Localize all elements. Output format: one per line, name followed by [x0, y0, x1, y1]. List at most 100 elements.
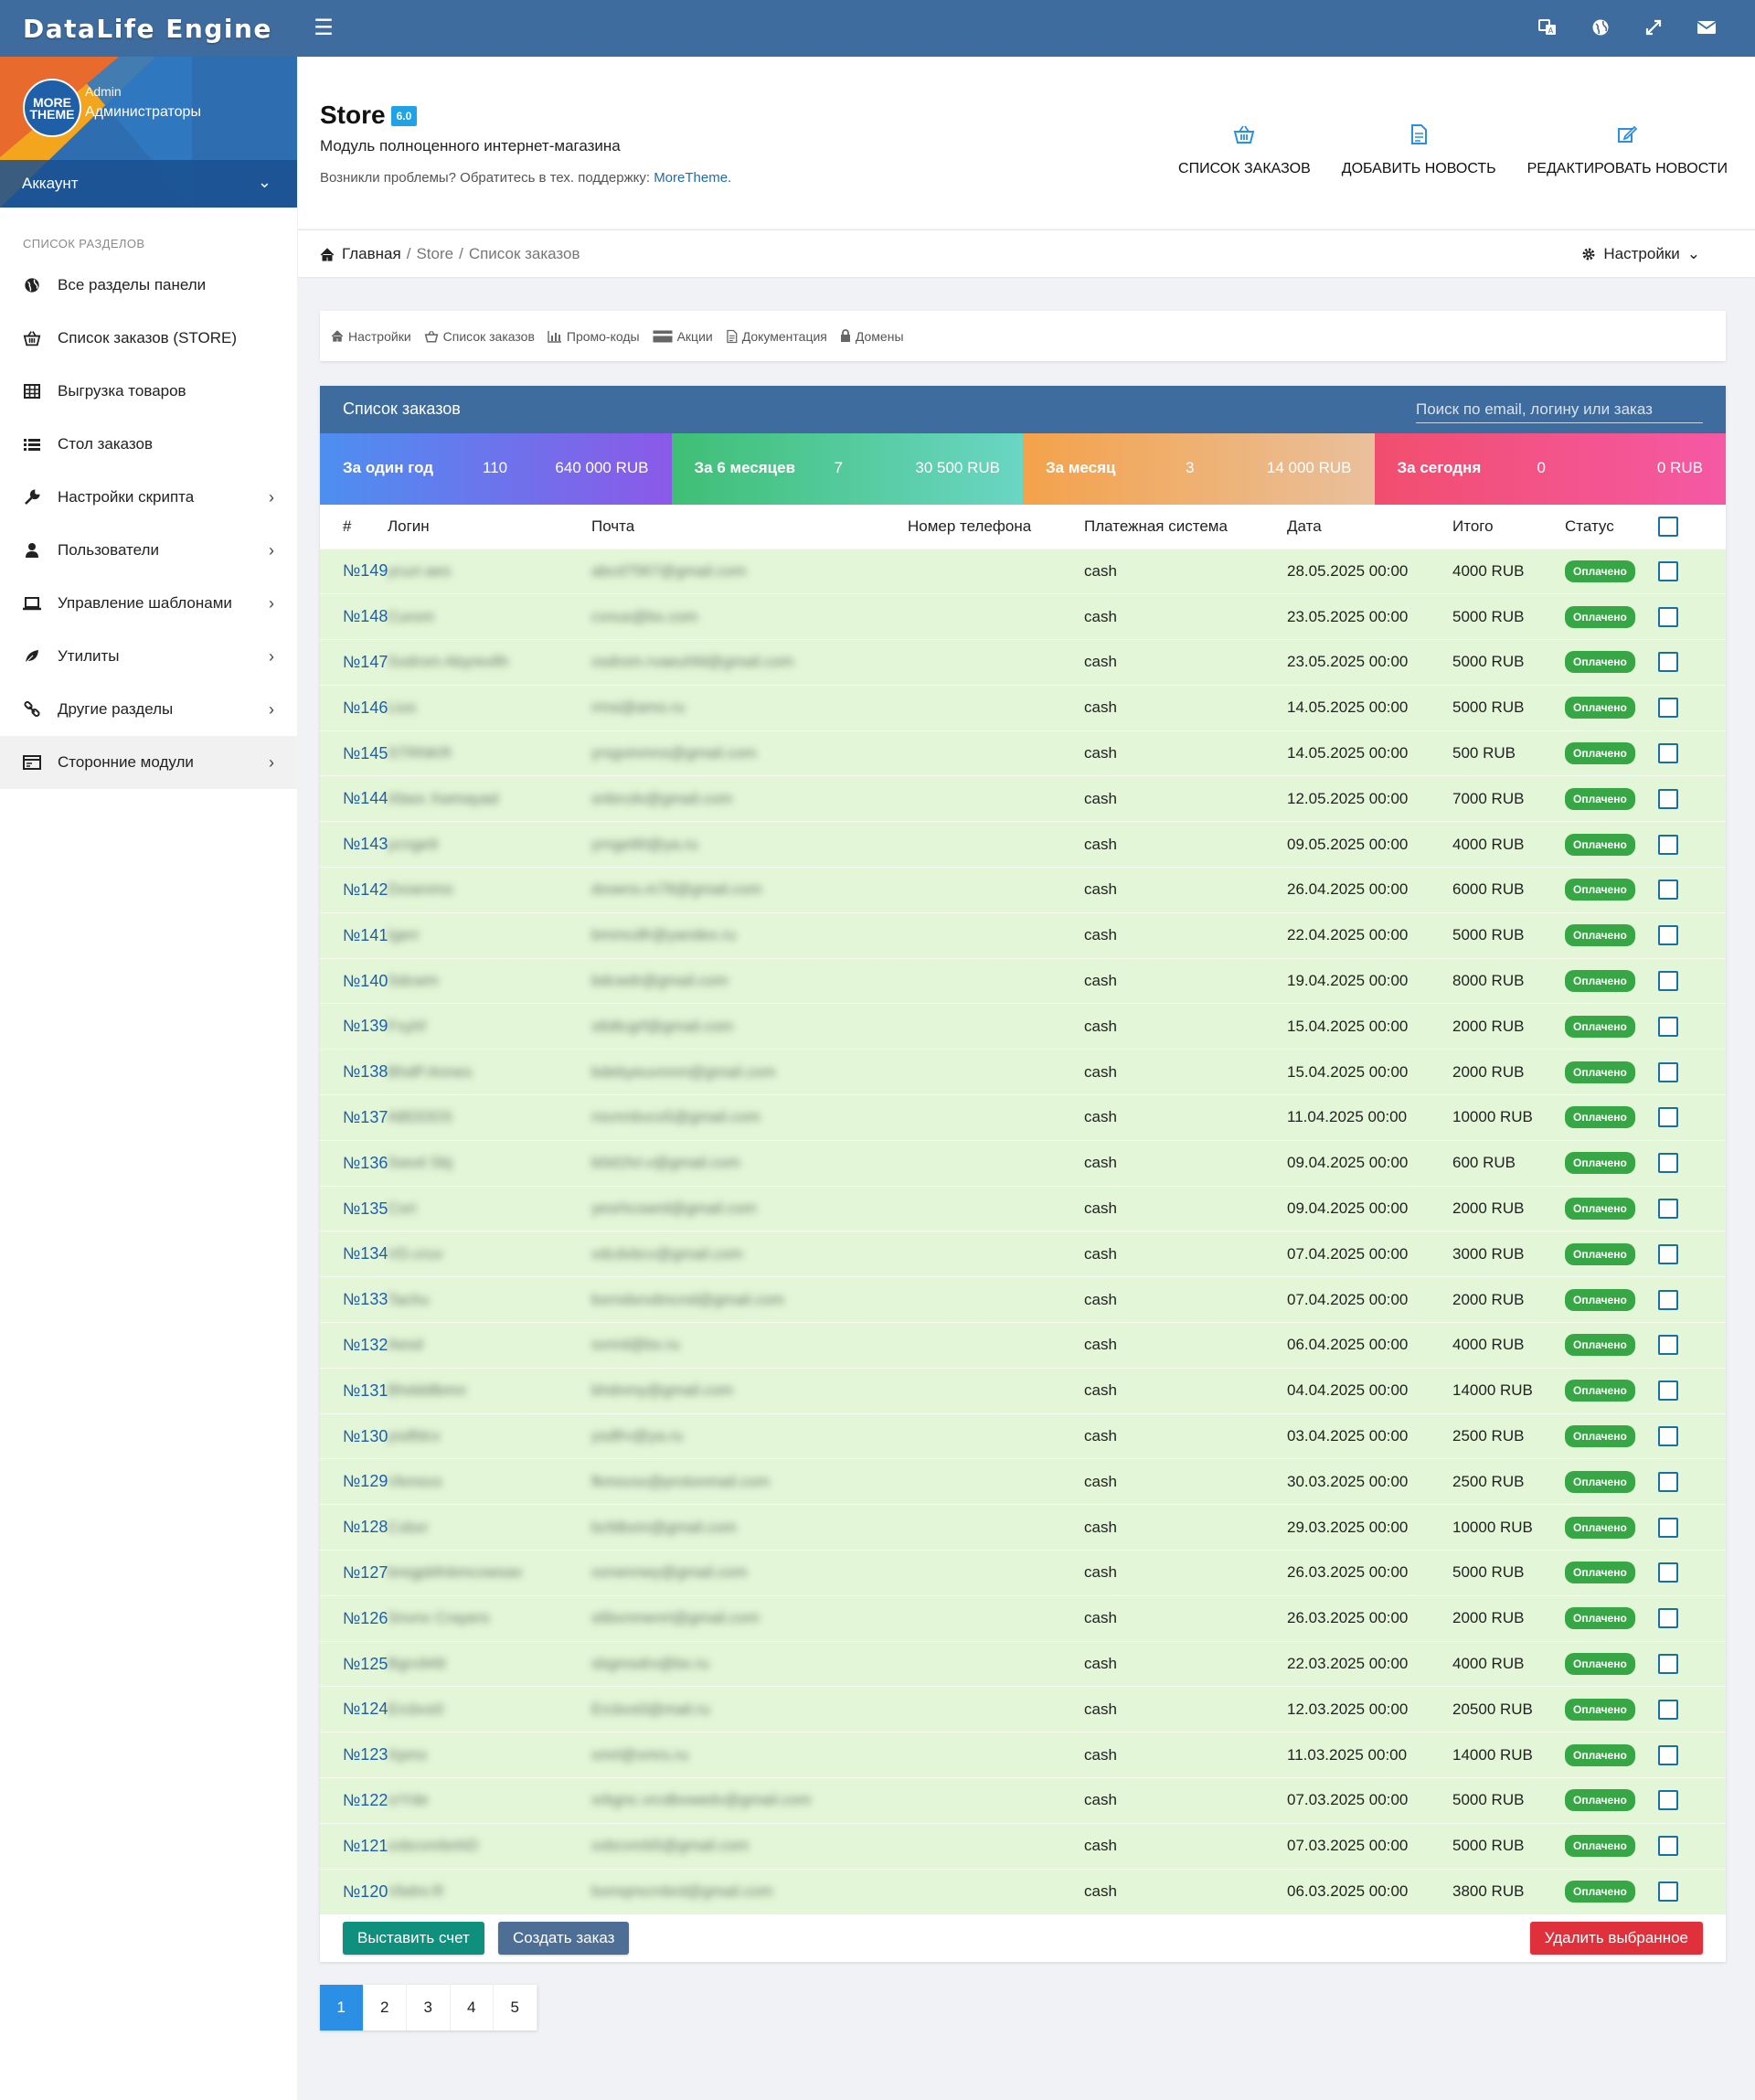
- table-row[interactable]: №149 ycurr.aes abcd7567@gmail.com cash 28.05…: [320, 548, 1726, 594]
- row-checkbox[interactable]: [1658, 1471, 1678, 1492]
- table-row[interactable]: №137 ABDDDS nsvnnbvcs5@gmail.com cash 11.04.…: [320, 1094, 1726, 1141]
- table-row[interactable]: №148 Curom cvnus@bx.com cash 23.05.2025 00:0…: [320, 593, 1726, 640]
- order-number-link[interactable]: №136: [343, 1154, 388, 1172]
- order-number-link[interactable]: №125: [343, 1655, 388, 1673]
- add-news-action[interactable]: ДОБАВИТЬ НОВОСТЬ: [1342, 121, 1496, 177]
- table-row[interactable]: №120 Vbdnr.R bxmqmcrnbrd@gmail.com cash 06.0…: [320, 1868, 1726, 1914]
- order-number-link[interactable]: №139: [343, 1017, 388, 1035]
- issue-invoice-button[interactable]: Выставить счет: [343, 1922, 484, 1955]
- search-input[interactable]: [1416, 396, 1703, 423]
- row-checkbox[interactable]: [1658, 652, 1678, 673]
- tab-promotions[interactable]: Акции: [653, 329, 713, 344]
- table-row[interactable]: №139 Fxyhf s6dtcgrf@gmail.com cash 15.04.202…: [320, 1003, 1726, 1050]
- order-number-link[interactable]: №147: [343, 653, 388, 671]
- order-number-link[interactable]: №134: [343, 1244, 388, 1263]
- order-number-link[interactable]: №129: [343, 1472, 388, 1490]
- order-number-link[interactable]: №143: [343, 835, 388, 853]
- row-checkbox[interactable]: [1658, 1654, 1678, 1675]
- row-checkbox[interactable]: [1658, 743, 1678, 764]
- brand-logo[interactable]: DataLife Engine: [0, 0, 297, 57]
- row-checkbox[interactable]: [1658, 1335, 1678, 1356]
- order-number-link[interactable]: №131: [343, 1381, 388, 1400]
- table-row[interactable]: №133 Tachu bxrndsrvdmcnd@gmail.com cash 07.0…: [320, 1276, 1726, 1323]
- table-row[interactable]: №143 ycnge9 yrnge90@ya.ru cash 09.05.2025 00…: [320, 821, 1726, 868]
- select-all-checkbox[interactable]: [1658, 516, 1678, 537]
- tab-documentation[interactable]: Документация: [726, 329, 827, 344]
- table-row[interactable]: №147 Sxdrom Abyrevllh xsdrom.rvaeuhfd@gmai…: [320, 639, 1726, 686]
- table-row[interactable]: №132 Aesd svnrd@bx.ru cash 06.04.2025 00:00 4…: [320, 1322, 1726, 1369]
- table-row[interactable]: №123 Xpmx xmrl@xmrs.ru cash 11.03.2025 00:00…: [320, 1732, 1726, 1778]
- settings-dropdown[interactable]: Настройки ⌄: [1581, 245, 1700, 263]
- tab-settings[interactable]: Настройки: [331, 329, 411, 344]
- order-number-link[interactable]: №123: [343, 1745, 388, 1764]
- tab-domains[interactable]: Домены: [840, 329, 904, 344]
- row-checkbox[interactable]: [1658, 834, 1678, 855]
- order-number-link[interactable]: №124: [343, 1700, 388, 1718]
- table-row[interactable]: №141 Igerr bmmcdfr@yandex.ru cash 22.04.2025…: [320, 911, 1726, 959]
- row-checkbox[interactable]: [1658, 1608, 1678, 1629]
- order-number-link[interactable]: №121: [343, 1837, 388, 1855]
- support-link[interactable]: MoreTheme.: [654, 170, 731, 186]
- row-checkbox[interactable]: [1658, 1289, 1678, 1310]
- order-number-link[interactable]: №130: [343, 1427, 388, 1445]
- menu-toggle-icon[interactable]: ☰: [311, 16, 336, 40]
- page-button[interactable]: 4: [450, 1985, 494, 2031]
- table-row[interactable]: №145 STRNKR yrsgvinmns@gmail.com cash 14.05.…: [320, 730, 1726, 776]
- sidebar-item[interactable]: Все разделы панели: [0, 259, 297, 312]
- row-checkbox[interactable]: [1658, 1016, 1678, 1037]
- row-checkbox[interactable]: [1658, 925, 1678, 946]
- page-button[interactable]: 3: [407, 1985, 451, 2031]
- row-checkbox[interactable]: [1658, 1836, 1678, 1857]
- sidebar-item[interactable]: Сторонние модули ›: [0, 736, 297, 789]
- row-checkbox[interactable]: [1658, 1153, 1678, 1174]
- row-checkbox[interactable]: [1658, 879, 1678, 901]
- order-number-link[interactable]: №142: [343, 880, 388, 899]
- page-button[interactable]: 1: [320, 1985, 364, 2031]
- row-checkbox[interactable]: [1658, 606, 1678, 627]
- row-checkbox[interactable]: [1658, 1699, 1678, 1720]
- row-checkbox[interactable]: [1658, 1426, 1678, 1447]
- tab-promo-codes[interactable]: Промо-коды: [548, 329, 640, 344]
- order-number-link[interactable]: №140: [343, 972, 388, 990]
- table-row[interactable]: №126 Snvnx Crayers s6bvnmenrt@gmail.com cas…: [320, 1594, 1726, 1642]
- delete-selected-button[interactable]: Удалить выбранное: [1529, 1922, 1703, 1955]
- order-number-link[interactable]: №127: [343, 1563, 388, 1582]
- table-row[interactable]: №136 Swvd Sbj b0d1fvl.v@gmail.com cash 09.04…: [320, 1139, 1726, 1187]
- account-dropdown[interactable]: Аккаунт ⌄: [0, 160, 297, 208]
- row-checkbox[interactable]: [1658, 1107, 1678, 1128]
- table-row[interactable]: №130 ysdfdcv ysdfrv@ya.ru cash 03.04.2025 00…: [320, 1412, 1726, 1459]
- translate-icon[interactable]: A: [1536, 15, 1559, 40]
- order-number-link[interactable]: №141: [343, 926, 388, 944]
- table-row[interactable]: №135 Cori yesrhcswrd@gmail.com cash 09.04.20…: [320, 1185, 1726, 1231]
- avatar[interactable]: MORE THEME: [23, 79, 81, 137]
- order-number-link[interactable]: №138: [343, 1062, 388, 1081]
- row-checkbox[interactable]: [1658, 1881, 1678, 1903]
- page-button[interactable]: 5: [494, 1985, 537, 2031]
- row-checkbox[interactable]: [1658, 560, 1678, 581]
- order-number-link[interactable]: №132: [343, 1336, 388, 1354]
- table-row[interactable]: №146 Lius rmsi@amo.ru cash 14.05.2025 00:00 5…: [320, 684, 1726, 731]
- table-row[interactable]: №140 Sdcwm bdcwdr@gmail.com cash 19.04.2025 …: [320, 957, 1726, 1004]
- order-number-link[interactable]: №126: [343, 1609, 388, 1627]
- order-number-link[interactable]: №133: [343, 1290, 388, 1308]
- row-checkbox[interactable]: [1658, 1517, 1678, 1538]
- row-checkbox[interactable]: [1658, 698, 1678, 719]
- row-checkbox[interactable]: [1658, 1380, 1678, 1402]
- table-row[interactable]: №129 Vkmsvs fkmsvsx@protonmail.com cash 30.0…: [320, 1458, 1726, 1505]
- sidebar-item[interactable]: Выгрузка товаров: [0, 365, 297, 418]
- page-button[interactable]: 2: [363, 1985, 407, 2031]
- tab-orders[interactable]: Список заказов: [424, 329, 535, 344]
- breadcrumb-store[interactable]: Store: [416, 245, 453, 263]
- order-number-link[interactable]: №122: [343, 1791, 388, 1809]
- sidebar-item[interactable]: Стол заказов: [0, 418, 297, 471]
- create-order-button[interactable]: Создать заказ: [498, 1922, 630, 1955]
- table-row[interactable]: №121 xxbcvnrbnhD xxbcvnrb5@gmail.com cash 07…: [320, 1822, 1726, 1870]
- table-row[interactable]: №124 Ercbvs0 Ercbvs0@mail.ru cash 12.03.2025…: [320, 1686, 1726, 1732]
- order-number-link[interactable]: №149: [343, 561, 388, 580]
- order-number-link[interactable]: №128: [343, 1518, 388, 1536]
- sidebar-item[interactable]: Список заказов (STORE): [0, 312, 297, 365]
- row-checkbox[interactable]: [1658, 1243, 1678, 1264]
- table-row[interactable]: №127 bregpbfnbmcowsav xorwnnwy@gmail.com ca…: [320, 1550, 1726, 1596]
- fullscreen-icon[interactable]: [1642, 15, 1665, 40]
- order-number-link[interactable]: №146: [343, 698, 388, 717]
